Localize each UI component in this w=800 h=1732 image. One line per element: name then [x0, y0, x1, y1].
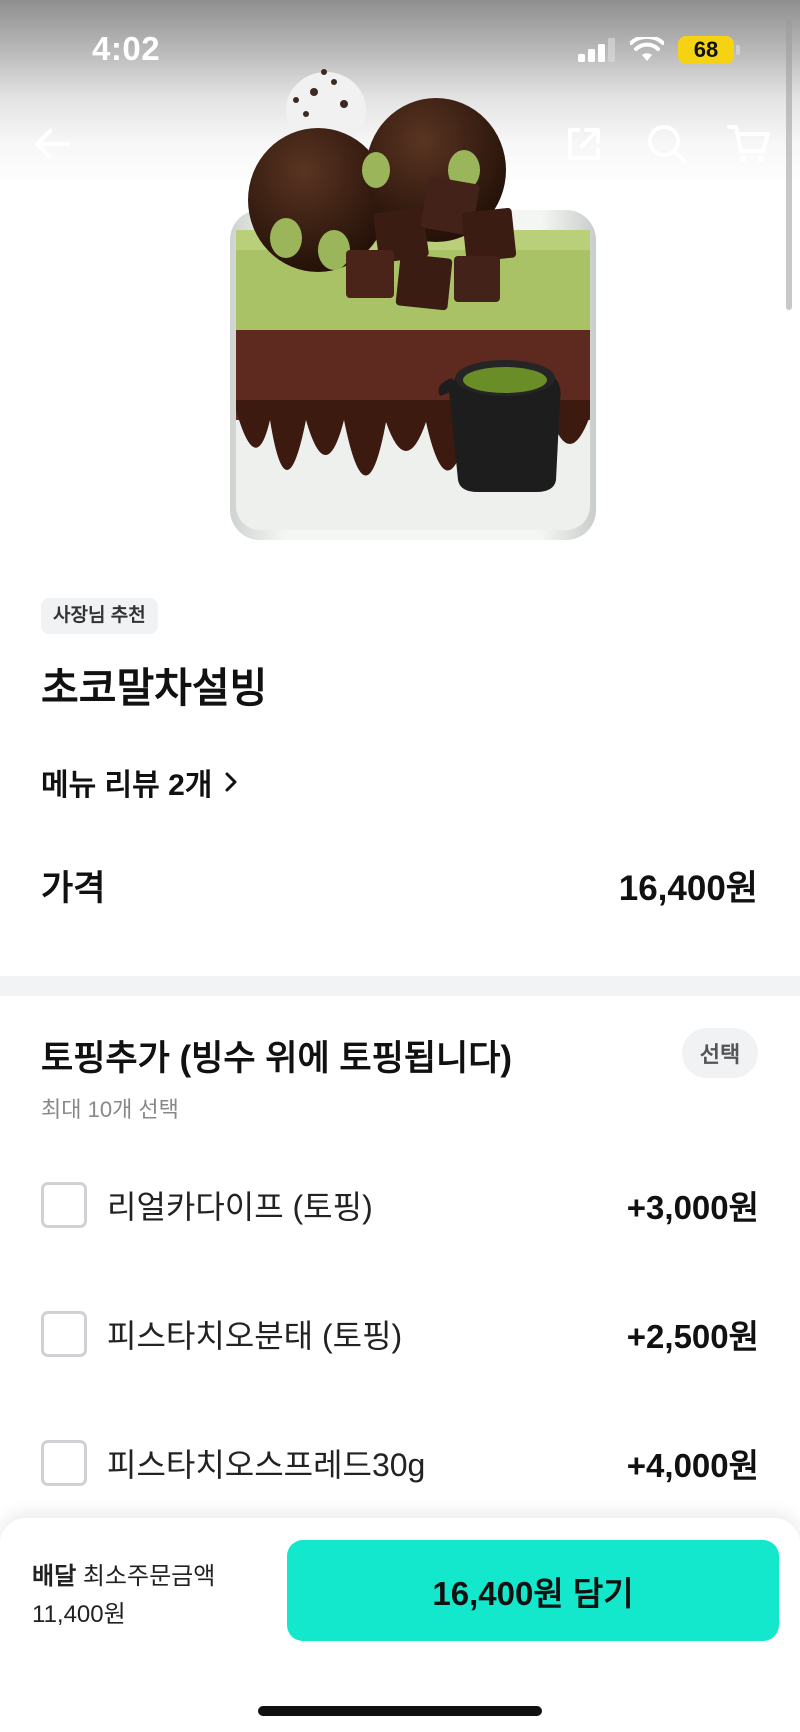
option-name: 피스타치오분태 (토핑) — [107, 1318, 403, 1354]
wifi-icon — [630, 37, 664, 61]
delivery-label: 배달 — [32, 1563, 77, 1590]
option-item[interactable]: 피스타치오스프레드30g +4,000원 — [41, 1439, 759, 1487]
product-image-area: 4:02 68 — [0, 0, 800, 552]
option-item[interactable]: 피스타치오분태 (토핑) +2,500원 — [41, 1310, 759, 1358]
option-checkbox[interactable] — [41, 1311, 87, 1357]
add-to-cart-button[interactable]: 16,400원 담기 — [287, 1540, 779, 1641]
option-name: 리얼카다이프 (토핑) — [107, 1189, 373, 1225]
option-group-title: 토핑추가 (빙수 위에 토핑됩니다) — [41, 1039, 513, 1078]
optional-tag: 선택 — [682, 1028, 758, 1078]
price-value: 16,400원 — [618, 869, 758, 908]
option-price: +4,000원 — [626, 1447, 759, 1484]
status-time: 4:02 — [92, 30, 161, 67]
option-item[interactable]: 리얼카다이프 (토핑) +3,000원 — [41, 1181, 759, 1229]
cart-button[interactable] — [725, 120, 773, 168]
share-icon — [568, 128, 600, 160]
scrollbar[interactable] — [786, 20, 792, 310]
product-title: 초코말차설빙 — [41, 665, 268, 711]
section-divider — [0, 976, 800, 996]
option-name: 피스타치오스프레드30g — [107, 1447, 426, 1483]
home-indicator[interactable] — [258, 1706, 542, 1716]
option-checkbox[interactable] — [41, 1182, 87, 1228]
share-button[interactable] — [560, 120, 608, 168]
option-price: +3,000원 — [626, 1189, 759, 1226]
min-order-text: 최소주문금액 — [82, 1563, 216, 1590]
cart-icon — [727, 125, 770, 163]
option-price: +2,500원 — [626, 1318, 759, 1355]
option-checkbox[interactable] — [41, 1440, 87, 1486]
status-indicators: 68 — [578, 36, 740, 64]
chevron-right-icon — [225, 772, 237, 792]
price-label: 가격 — [41, 869, 106, 908]
search-icon — [648, 125, 687, 164]
menu-review-link[interactable]: 메뉴 리뷰 2개 — [41, 760, 238, 804]
review-link-label: 메뉴 리뷰 2개 — [41, 769, 213, 802]
option-group-subtitle: 최대 10개 선택 — [41, 1097, 179, 1122]
min-order-label: 배달 최소주문금액 — [32, 1556, 215, 1591]
arrow-left-icon — [35, 129, 70, 159]
signal-icon — [578, 38, 615, 62]
min-order-value: 11,400원 — [32, 1601, 126, 1628]
battery-tip — [736, 45, 740, 55]
back-button[interactable] — [28, 120, 76, 168]
battery-indicator: 68 — [678, 36, 734, 64]
recommend-badge: 사장님 추천 — [41, 598, 158, 634]
search-button[interactable] — [643, 120, 691, 168]
